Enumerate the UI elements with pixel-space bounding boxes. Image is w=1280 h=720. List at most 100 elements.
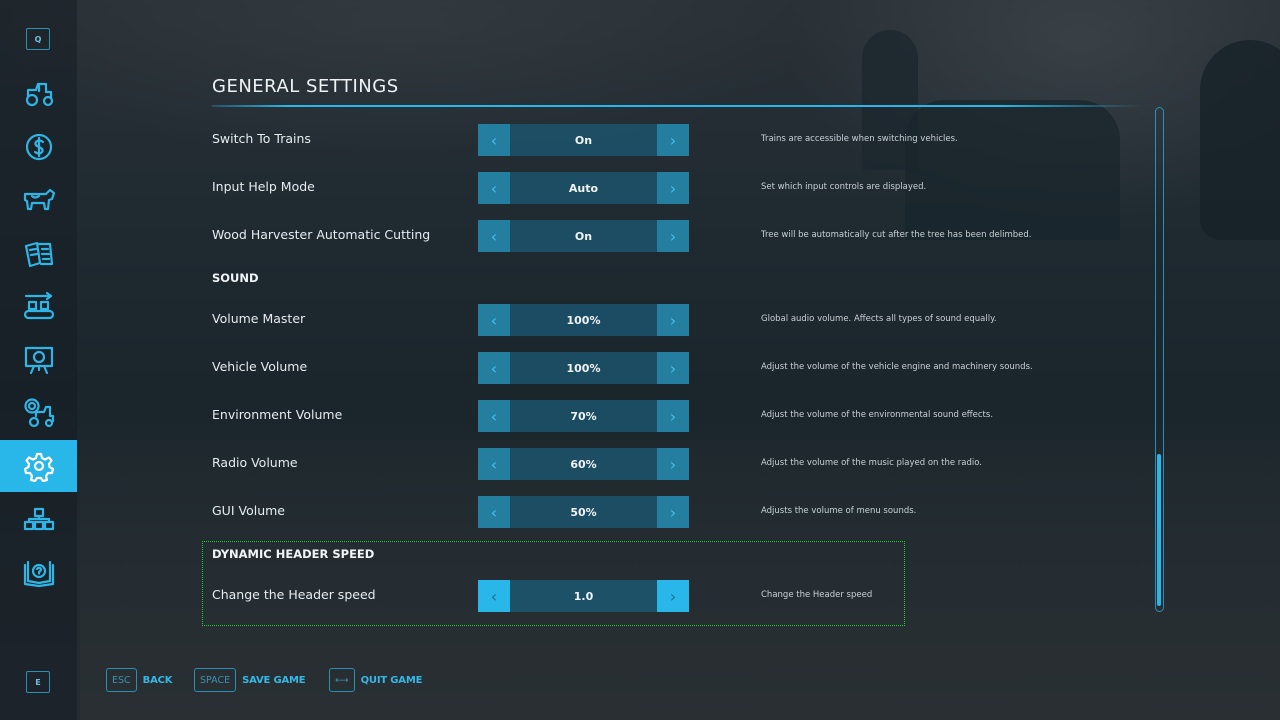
space-keycap: SPACE (194, 668, 237, 692)
previous-option-button[interactable]: ‹ (478, 124, 510, 156)
setting-row-wood-harvester-cutting: Wood Harvester Automatic Cutting ‹ On › … (212, 220, 1052, 252)
chevron-right-icon: › (669, 358, 677, 378)
scrollbar-thumb[interactable] (1157, 454, 1161, 606)
setting-spinner[interactable]: ‹ 100% › (478, 352, 689, 384)
previous-option-button[interactable]: ‹ (478, 352, 510, 384)
previous-option-button[interactable]: ‹ (478, 304, 510, 336)
chevron-right-icon: › (669, 586, 677, 606)
presentation-chart-icon (24, 346, 53, 375)
setting-spinner[interactable]: ‹ 100% › (478, 304, 689, 336)
background-barn (905, 100, 1120, 240)
setting-description: Global audio volume. Affects all types o… (761, 314, 997, 324)
setting-description: Adjust the volume of the music played on… (761, 458, 982, 468)
dollar-icon (25, 133, 52, 161)
setting-spinner[interactable]: ‹ 50% › (478, 496, 689, 528)
chevron-right-icon: › (669, 130, 677, 150)
sidebar-item-production[interactable] (0, 281, 77, 333)
previous-option-button[interactable]: ‹ (478, 496, 510, 528)
setting-description: Tree will be automatically cut after the… (761, 230, 1032, 240)
setting-label: Switch To Trains (212, 131, 311, 146)
next-option-button[interactable]: › (657, 580, 689, 612)
next-option-button[interactable]: › (657, 352, 689, 384)
quit-game-button[interactable]: ⟷ QUIT GAME (329, 668, 422, 692)
setting-value: 60% (510, 448, 657, 480)
sidebar-item-controls[interactable] (0, 494, 77, 546)
setting-spinner[interactable]: ‹ 1.0 › (478, 580, 689, 612)
chevron-left-icon: ‹ (490, 454, 498, 474)
setting-row-vehicle-volume: Vehicle Volume ‹ 100% › Adjust the volum… (212, 352, 1052, 384)
sidebar-item-help[interactable] (0, 547, 77, 599)
setting-spinner[interactable]: ‹ On › (478, 124, 689, 156)
setting-spinner[interactable]: ‹ On › (478, 220, 689, 252)
setting-label: Environment Volume (212, 407, 343, 422)
scrollbar[interactable] (1155, 107, 1164, 612)
sidebar-item-statistics[interactable] (0, 334, 77, 386)
setting-description: Adjusts the volume of menu sounds. (761, 506, 917, 516)
next-option-button[interactable]: › (657, 124, 689, 156)
sidebar-item-settings[interactable] (0, 440, 77, 492)
title-divider (212, 105, 1142, 107)
sidebar: Q E (0, 0, 77, 720)
chevron-left-icon: ‹ (490, 130, 498, 150)
conveyor-icon (23, 291, 54, 320)
next-option-button[interactable]: › (657, 172, 689, 204)
sidebar-item-garage[interactable] (0, 387, 77, 439)
setting-row-input-help-mode: Input Help Mode ‹ Auto › Set which input… (212, 172, 1052, 204)
setting-value: Auto (510, 172, 657, 204)
setting-description: Trains are accessible when switching veh… (761, 134, 958, 144)
previous-option-button[interactable]: ‹ (478, 448, 510, 480)
setting-row-volume-master: Volume Master ‹ 100% › Global audio volu… (212, 304, 1052, 336)
chevron-right-icon: › (669, 406, 677, 426)
chevron-left-icon: ‹ (490, 226, 498, 246)
setting-value: On (510, 220, 657, 252)
documents-icon (24, 241, 53, 268)
page-title: GENERAL SETTINGS (212, 76, 399, 97)
background-tree (1200, 40, 1280, 240)
setting-spinner[interactable]: ‹ 70% › (478, 400, 689, 432)
setting-value: 1.0 (510, 580, 657, 612)
sidebar-item-animals[interactable] (0, 174, 77, 226)
setting-description: Set which input controls are displayed. (761, 182, 927, 192)
setting-row-header-speed: Change the Header speed ‹ 1.0 › Change t… (212, 580, 1052, 612)
esc-keycap: ESC (106, 668, 137, 692)
sidebar-next-key[interactable]: E (26, 671, 50, 693)
cow-icon (23, 188, 55, 211)
previous-option-button[interactable]: ‹ (478, 220, 510, 252)
sidebar-item-vehicles[interactable] (0, 68, 77, 120)
previous-option-button[interactable]: ‹ (478, 400, 510, 432)
setting-spinner[interactable]: ‹ Auto › (478, 172, 689, 204)
next-option-button[interactable]: › (657, 496, 689, 528)
back-button[interactable]: ESC BACK (106, 668, 173, 692)
setting-value: 100% (510, 352, 657, 384)
setting-label: Radio Volume (212, 455, 298, 470)
sidebar-item-contracts[interactable] (0, 228, 77, 280)
chevron-left-icon: ‹ (490, 358, 498, 378)
previous-option-button[interactable]: ‹ (478, 172, 510, 204)
setting-description: Adjust the volume of the vehicle engine … (761, 362, 1033, 372)
setting-row-switch-to-trains: Switch To Trains ‹ On › Trains are acces… (212, 124, 1052, 156)
quit-game-label: QUIT GAME (360, 674, 423, 686)
sidebar-prev-key[interactable]: Q (26, 28, 50, 50)
next-option-button[interactable]: › (657, 304, 689, 336)
chevron-left-icon: ‹ (490, 586, 498, 606)
setting-row-environment-volume: Environment Volume ‹ 70% › Adjust the vo… (212, 400, 1052, 432)
section-header-sound: SOUND (212, 271, 259, 285)
setting-description: Change the Header speed (761, 590, 873, 600)
sidebar-item-finances[interactable] (0, 121, 77, 173)
setting-spinner[interactable]: ‹ 60% › (478, 448, 689, 480)
chevron-right-icon: › (669, 502, 677, 522)
next-option-button[interactable]: › (657, 448, 689, 480)
chevron-right-icon: › (669, 454, 677, 474)
chevron-right-icon: › (669, 226, 677, 246)
setting-value: 50% (510, 496, 657, 528)
next-option-button[interactable]: › (657, 400, 689, 432)
setting-label: Vehicle Volume (212, 359, 308, 374)
previous-option-button[interactable]: ‹ (478, 580, 510, 612)
setting-value: On (510, 124, 657, 156)
save-game-button[interactable]: SPACE SAVE GAME (194, 668, 306, 692)
chevron-left-icon: ‹ (490, 502, 498, 522)
setting-description: Adjust the volume of the environmental s… (761, 410, 994, 420)
tractor-icon (25, 82, 53, 107)
next-option-button[interactable]: › (657, 220, 689, 252)
setting-label: Wood Harvester Automatic Cutting (212, 227, 431, 242)
